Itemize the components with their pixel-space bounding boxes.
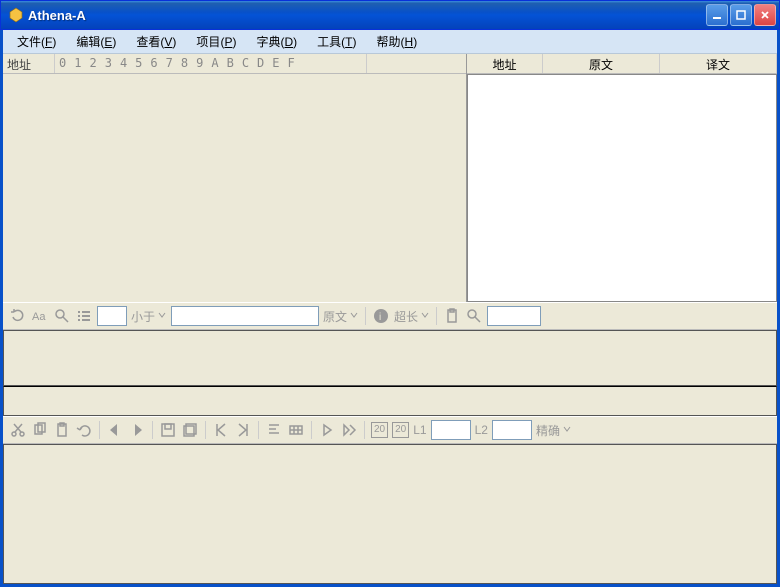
encoding-badge-2[interactable]: 20	[392, 422, 409, 438]
window-title: Athena-A	[28, 8, 706, 23]
last-icon[interactable]	[234, 421, 252, 439]
l1-input[interactable]	[431, 420, 471, 440]
menu-project[interactable]: 项目(P)	[186, 31, 246, 52]
encoding-badge-1[interactable]: 20	[371, 422, 388, 438]
first-icon[interactable]	[212, 421, 230, 439]
edit-toolbar: 20 20 L1 L2 精确	[3, 416, 777, 444]
list-icon[interactable]	[75, 307, 93, 325]
separator	[258, 421, 259, 439]
l2-label: L2	[475, 423, 488, 437]
paste-icon[interactable]	[53, 421, 71, 439]
menubar: 文件(F) 编辑(E) 查看(V) 项目(P) 字典(D) 工具(T) 帮助(H…	[3, 30, 777, 54]
separator	[99, 421, 100, 439]
app-icon	[8, 7, 24, 23]
menu-file[interactable]: 文件(F)	[7, 31, 66, 52]
search-icon[interactable]	[53, 307, 71, 325]
chevron-down-icon	[349, 309, 359, 323]
overlong-dropdown[interactable]: 超长	[394, 308, 430, 325]
grid-icon[interactable]	[287, 421, 305, 439]
separator	[152, 421, 153, 439]
quick-search-input[interactable]	[487, 306, 541, 326]
hex-header: 地址 0 1 2 3 4 5 6 7 8 9 A B C D E	[3, 54, 466, 74]
chevron-down-icon	[157, 309, 167, 323]
maximize-button[interactable]	[730, 4, 752, 26]
clipboard-icon[interactable]	[443, 307, 461, 325]
play-icon[interactable]	[318, 421, 336, 439]
info-icon[interactable]: i	[372, 307, 390, 325]
svg-text:Aa: Aa	[32, 311, 46, 323]
save-icon[interactable]	[159, 421, 177, 439]
source-dropdown[interactable]: 原文	[323, 308, 359, 325]
search-input[interactable]	[171, 306, 319, 326]
chevron-down-icon	[420, 309, 430, 323]
precision-dropdown[interactable]: 精确	[536, 422, 572, 439]
arrow-left-icon[interactable]	[106, 421, 124, 439]
cut-icon[interactable]	[9, 421, 27, 439]
menu-edit[interactable]: 编辑(E)	[66, 31, 126, 52]
search-toolbar: Aa 小于 原文 i 超长	[3, 302, 777, 330]
main-panels: 地址 0 1 2 3 4 5 6 7 8 9 A B C D E	[3, 54, 777, 302]
translation-text-pane[interactable]	[3, 444, 777, 584]
separator	[311, 421, 312, 439]
less-than-dropdown[interactable]: 小于	[131, 308, 167, 325]
l2-input[interactable]	[492, 420, 532, 440]
menu-view[interactable]: 查看(V)	[126, 31, 186, 52]
th-source[interactable]: 原文	[543, 54, 660, 73]
undo-icon[interactable]	[75, 421, 93, 439]
hex-editor: 地址 0 1 2 3 4 5 6 7 8 9 A B C D E	[3, 54, 467, 302]
search-small-icon[interactable]	[465, 307, 483, 325]
font-icon[interactable]: Aa	[31, 307, 49, 325]
filter-value-input[interactable]	[97, 306, 127, 326]
hex-header-dump	[366, 54, 466, 73]
hex-header-columns: 0 1 2 3 4 5 6 7 8 9 A B C D E F	[55, 54, 366, 73]
svg-text:i: i	[379, 312, 381, 323]
hex-header-address: 地址	[3, 54, 55, 73]
minimize-button[interactable]	[706, 4, 728, 26]
separator	[205, 421, 206, 439]
refresh-icon[interactable]	[9, 307, 27, 325]
l1-label: L1	[413, 423, 426, 437]
titlebar: Athena-A	[0, 0, 780, 30]
table-body[interactable]	[467, 74, 777, 302]
chevron-down-icon	[562, 423, 572, 437]
close-button[interactable]	[754, 4, 776, 26]
separator	[364, 421, 365, 439]
copy-icon[interactable]	[31, 421, 49, 439]
translation-line-pane[interactable]	[3, 386, 777, 416]
hex-body[interactable]	[3, 74, 466, 302]
table-header: 地址 原文 译文	[467, 54, 777, 74]
th-address[interactable]: 地址	[467, 54, 543, 73]
th-translation[interactable]: 译文	[660, 54, 777, 73]
source-text-pane[interactable]	[3, 330, 777, 386]
save-all-icon[interactable]	[181, 421, 199, 439]
play-all-icon[interactable]	[340, 421, 358, 439]
menu-tools[interactable]: 工具(T)	[307, 31, 366, 52]
separator	[365, 307, 366, 325]
menu-help[interactable]: 帮助(H)	[367, 31, 428, 52]
translation-table: 地址 原文 译文	[467, 54, 777, 302]
separator	[436, 307, 437, 325]
arrow-right-icon[interactable]	[128, 421, 146, 439]
menu-dict[interactable]: 字典(D)	[246, 31, 307, 52]
align-icon[interactable]	[265, 421, 283, 439]
